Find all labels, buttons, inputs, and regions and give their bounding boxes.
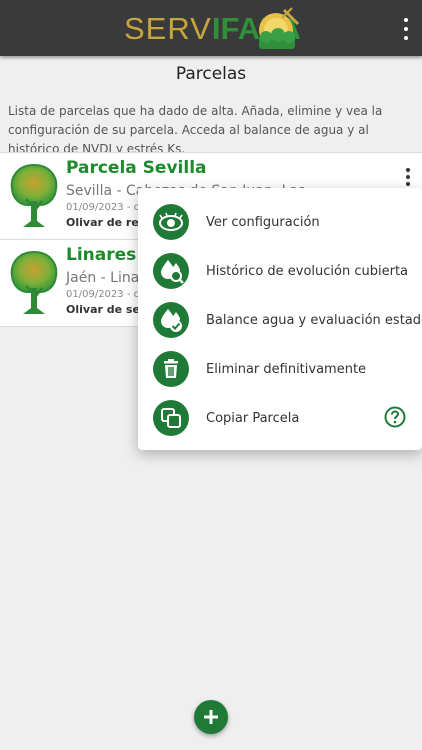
- parcel-date: 01/09/2023 - ca: [66, 289, 146, 300]
- dot-icon: [406, 182, 410, 186]
- parcel-date: 01/09/2023 - ca: [66, 202, 146, 213]
- menu-item-copy-parcel[interactable]: Copiar Parcela: [138, 394, 422, 442]
- app-bar: SERV IFAPA: [0, 0, 422, 56]
- app-logo: SERV IFAPA: [124, 6, 304, 50]
- menu-item-label: Eliminar definitivamente: [206, 361, 367, 377]
- help-icon[interactable]: [384, 406, 406, 428]
- page-title: Parcelas: [175, 64, 247, 84]
- copy-icon: [153, 400, 189, 436]
- menu-item-cover-history[interactable]: Histórico de evolución cubierta: [138, 247, 422, 295]
- dot-icon: [404, 36, 408, 40]
- menu-item-delete[interactable]: Eliminar definitivamente: [138, 345, 422, 393]
- dot-icon: [406, 168, 410, 172]
- dot-icon: [404, 18, 408, 22]
- menu-item-label: Copiar Parcela: [206, 410, 300, 426]
- menu-item-label: Histórico de evolución cubierta: [206, 263, 409, 279]
- drops-search-icon: [153, 253, 189, 289]
- dot-icon: [404, 27, 408, 31]
- add-parcel-button[interactable]: [194, 700, 228, 734]
- app-bar-menu-button[interactable]: [398, 18, 414, 40]
- logo-text-serv: SERV: [124, 10, 212, 46]
- plus-icon: [204, 710, 218, 724]
- parcel-context-menu: Ver configuración Histórico de evolución…: [138, 188, 422, 450]
- menu-item-water-balance[interactable]: Balance agua y evaluación estado: [138, 296, 422, 344]
- olive-tree-icon: [10, 250, 58, 314]
- parcel-title: Parcela Sevilla: [66, 158, 207, 178]
- eye-icon: [153, 204, 189, 240]
- menu-item-view-config[interactable]: Ver configuración: [138, 198, 422, 246]
- parcel-menu-button[interactable]: [404, 168, 412, 186]
- dot-icon: [406, 175, 410, 179]
- olive-tree-icon: [10, 163, 58, 227]
- menu-item-label: Ver configuración: [206, 214, 320, 230]
- menu-item-label: Balance agua y evaluación estado: [206, 312, 422, 328]
- drops-check-icon: [153, 302, 189, 338]
- intro-text: Lista de parcelas que ha dado de alta. A…: [8, 104, 383, 156]
- logo-emblem-icon: [259, 7, 300, 49]
- trash-icon: [153, 351, 189, 387]
